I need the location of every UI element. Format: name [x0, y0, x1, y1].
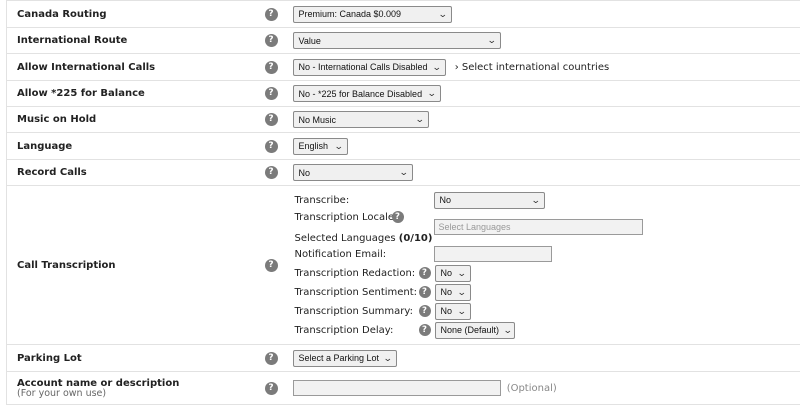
row-record-calls: Record Calls ? No ⌄ — [6, 159, 800, 186]
notification-email-label: Notification Email: — [294, 248, 387, 260]
chevron-down-icon: ⌄ — [456, 305, 467, 316]
parking-lot-select[interactable]: Select a Parking Lot ⌄ — [292, 349, 397, 367]
row-canada-routing: Canada Routing ? Premium: Canada $0.009 … — [6, 0, 800, 28]
chevron-down-icon: ⌄ — [398, 167, 409, 177]
question-circle-icon[interactable]: ? — [264, 113, 278, 126]
language-select[interactable]: English ⌄ — [292, 137, 348, 155]
transcribe-select[interactable]: No ⌄ — [433, 191, 545, 209]
question-circle-icon[interactable]: ? — [264, 87, 278, 100]
question-circle-icon[interactable]: ? — [418, 304, 431, 317]
chevron-down-icon: ⌄ — [502, 324, 513, 335]
transcription-locale-label: Transcription Locale: — [294, 211, 398, 223]
transcription-delay-value: None (Default) — [440, 325, 500, 335]
transcription-sentiment-label: Transcription Sentiment: — [294, 286, 418, 298]
allow-225-value: No - *225 for Balance Disabled — [298, 88, 423, 99]
transcribe-value: No — [439, 195, 452, 205]
allow-225-label: Allow *225 for Balance — [6, 80, 255, 107]
canada-routing-value: Premium: Canada $0.009 — [298, 9, 402, 19]
transcribe-label: Transcribe: — [294, 194, 350, 206]
notification-email-input[interactable] — [433, 245, 552, 262]
select-international-countries-link[interactable]: › Select international countries — [455, 62, 610, 73]
question-circle-icon[interactable]: ? — [264, 166, 278, 179]
transcription-settings: Transcribe: No ⌄ Transcription Locale: ?… — [293, 187, 800, 344]
row-allow-international: Allow International Calls ? No - Interna… — [6, 53, 800, 81]
music-on-hold-label: Music on Hold — [6, 106, 255, 133]
transcription-sentiment-select[interactable]: No ⌄ — [434, 283, 471, 301]
transcription-redaction-select[interactable]: No ⌄ — [434, 264, 471, 282]
chevron-down-icon: ⌄ — [426, 88, 437, 98]
record-calls-label: Record Calls — [6, 159, 255, 186]
row-allow-225: Allow *225 for Balance ? No - *225 for B… — [6, 80, 800, 107]
transcription-redaction-value: No — [440, 268, 453, 278]
question-circle-icon[interactable]: ? — [418, 285, 431, 298]
question-circle-icon[interactable]: ? — [264, 34, 278, 47]
chevron-down-icon: ⌄ — [382, 352, 393, 363]
row-account-name: Account name or description (For your ow… — [6, 371, 800, 405]
question-circle-icon[interactable]: ? — [391, 210, 404, 223]
music-on-hold-value: No Music — [298, 114, 337, 125]
account-name-label-cell: Account name or description (For your ow… — [6, 371, 255, 405]
selected-languages-label: Selected Languages (0/10) — [295, 233, 433, 244]
row-parking-lot: Parking Lot ? Select a Parking Lot ⌄ — [6, 344, 800, 372]
canada-routing-select[interactable]: Premium: Canada $0.009 ⌄ — [292, 5, 452, 23]
question-circle-icon[interactable]: ? — [264, 258, 278, 272]
international-route-select[interactable]: Value ⌄ — [292, 32, 501, 49]
chevron-down-icon: ⌄ — [486, 35, 497, 45]
transcription-delay-label: Transcription Delay: — [294, 324, 394, 336]
allow-225-select[interactable]: No - *225 for Balance Disabled ⌄ — [292, 85, 441, 102]
international-route-value: Value — [298, 35, 321, 46]
allow-international-select[interactable]: No - International Calls Disabled ⌄ — [292, 58, 446, 76]
chevron-down-icon: ⌄ — [456, 267, 467, 278]
account-name-input[interactable] — [292, 380, 501, 396]
question-circle-icon[interactable]: ? — [264, 7, 278, 21]
question-circle-icon[interactable]: ? — [264, 139, 278, 153]
account-name-sublabel: (For your own use) — [17, 387, 107, 399]
allow-international-label: Allow International Calls — [6, 53, 255, 81]
chevron-down-icon: ⌄ — [456, 286, 467, 297]
chevron-down-icon: ⌄ — [530, 194, 541, 205]
parking-lot-label: Parking Lot — [6, 344, 255, 372]
question-circle-icon[interactable]: ? — [418, 323, 431, 336]
language-value: English — [298, 141, 329, 151]
selected-languages-count: (0/10) — [398, 232, 433, 244]
chevron-down-icon: ⌄ — [414, 114, 425, 124]
record-calls-value: No — [298, 167, 311, 178]
parking-lot-value: Select a Parking Lot — [298, 353, 380, 363]
allow-international-value: No - International Calls Disabled — [298, 62, 428, 72]
selected-languages-text: Selected Languages — [294, 232, 396, 244]
question-circle-icon[interactable]: ? — [264, 381, 278, 395]
row-language: Language ? English ⌄ — [6, 132, 800, 160]
chevron-down-icon: ⌄ — [431, 61, 442, 72]
transcription-summary-label: Transcription Summary: — [294, 305, 413, 317]
transcription-summary-select[interactable]: No ⌄ — [434, 302, 471, 320]
question-circle-icon[interactable]: ? — [418, 266, 431, 279]
international-route-label: International Route — [6, 27, 255, 54]
chevron-down-icon: ⌄ — [437, 8, 448, 19]
settings-table: Canada Routing ? Premium: Canada $0.009 … — [6, 0, 800, 405]
transcription-redaction-label: Transcription Redaction: — [294, 267, 416, 279]
record-calls-select[interactable]: No ⌄ — [292, 164, 413, 181]
language-label: Language — [6, 132, 255, 160]
transcription-summary-value: No — [440, 306, 453, 316]
transcription-sentiment-value: No — [440, 287, 453, 297]
canada-routing-label: Canada Routing — [6, 0, 255, 28]
row-international-route: International Route ? Value ⌄ — [6, 27, 800, 54]
row-call-transcription: Call Transcription ? Transcribe: No ⌄ Tr… — [6, 185, 800, 345]
account-name-label: Account name or description — [17, 377, 180, 389]
chevron-down-icon: ⌄ — [333, 140, 344, 151]
question-circle-icon[interactable]: ? — [264, 351, 278, 365]
transcription-locale-input[interactable]: Select Languages — [433, 218, 643, 235]
optional-hint: (Optional) — [506, 382, 557, 394]
music-on-hold-select[interactable]: No Music ⌄ — [292, 111, 429, 128]
call-transcription-label: Call Transcription — [6, 185, 255, 345]
transcription-delay-select[interactable]: None (Default) ⌄ — [434, 321, 515, 339]
question-circle-icon[interactable]: ? — [264, 60, 278, 74]
row-music-on-hold: Music on Hold ? No Music ⌄ — [6, 106, 800, 133]
